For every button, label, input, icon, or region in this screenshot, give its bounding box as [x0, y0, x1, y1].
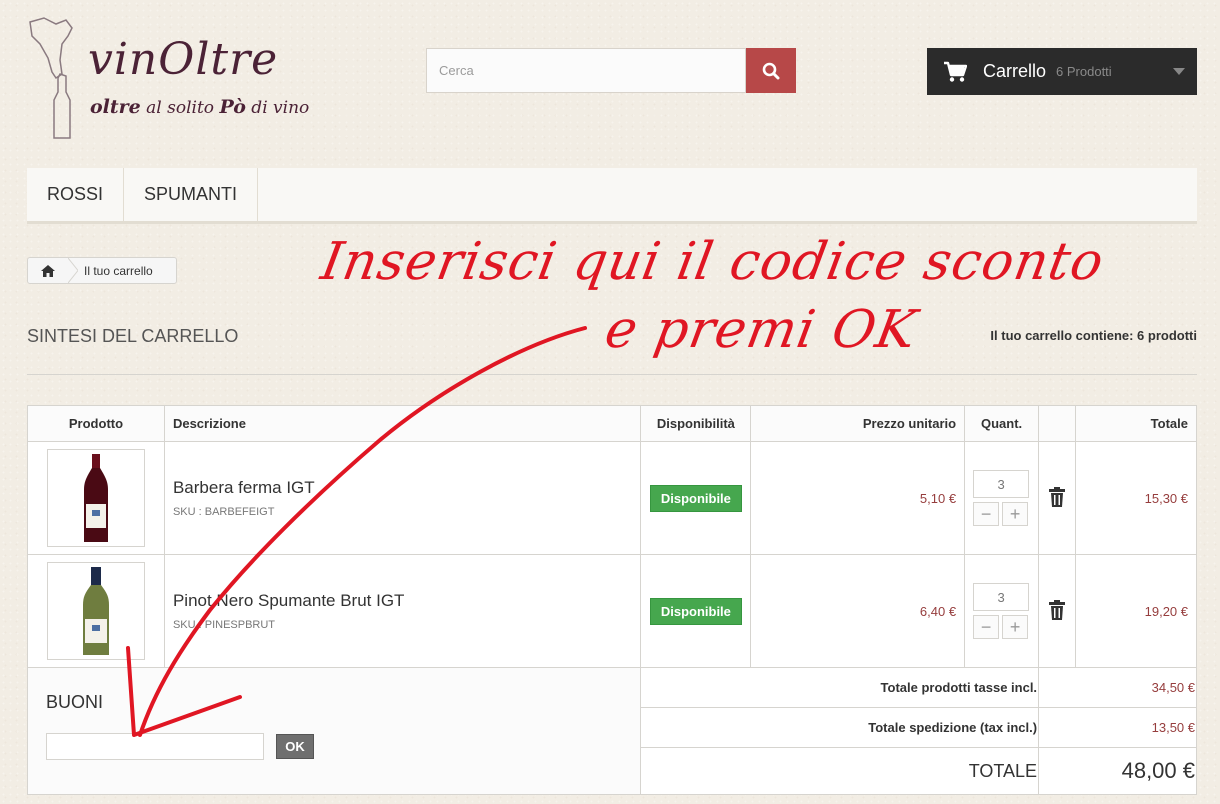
product-image-cell	[27, 441, 165, 555]
breadcrumb-home[interactable]	[28, 258, 68, 283]
menu-item-rossi[interactable]: Rossi	[27, 168, 125, 221]
search-icon	[762, 62, 780, 79]
shopping-cart-icon	[944, 61, 967, 82]
product-sku: SKU : PINESPBRUT	[172, 619, 276, 631]
cart-dropdown[interactable]: Carrello 6 Prodotti	[927, 48, 1197, 95]
breadcrumb: Il tuo carrello	[27, 257, 177, 284]
quantity-input[interactable]	[973, 470, 1030, 498]
delete-cell	[1038, 554, 1077, 668]
availability-badge: Disponibile	[649, 484, 742, 512]
product-image[interactable]	[46, 562, 145, 660]
header-unit-price: Prezzo unitario	[750, 405, 966, 442]
totals-row-products: Buoni OK Totale prodotti tasse incl. 34,…	[26, 667, 1197, 795]
breadcrumb-current: Il tuo carrello	[84, 263, 153, 278]
trash-icon[interactable]	[1049, 486, 1066, 510]
header-availability: Disponibilità	[640, 405, 752, 442]
product-description-cell: Barbera ferma IGT SKU : BARBEFEIGT	[163, 441, 642, 555]
product-description-cell: Pinot Nero Spumante Brut IGT SKU : PINES…	[163, 554, 642, 668]
availability-cell: Disponibile	[640, 554, 752, 668]
grand-total-value: 48,00 €	[1038, 747, 1197, 795]
voucher-ok-button[interactable]: OK	[276, 734, 314, 759]
quantity-cell: − +	[964, 554, 1040, 668]
product-name[interactable]: Barbera ferma IGT	[173, 478, 632, 498]
annotation-text-line1: Inserisci qui il codice sconto	[316, 232, 1109, 292]
availability-badge: Disponibile	[649, 597, 742, 625]
caret-down-icon	[1173, 68, 1185, 75]
unit-price: 6,40 €	[750, 554, 966, 668]
decrease-quantity-button[interactable]: −	[973, 615, 1000, 639]
product-name[interactable]: Pinot Nero Spumante Brut IGT	[173, 591, 632, 611]
decrease-quantity-button[interactable]: −	[973, 502, 1000, 526]
cart-label: Carrello	[983, 61, 1047, 81]
grand-total-label: Totale	[640, 747, 1040, 795]
increase-quantity-button[interactable]: +	[1002, 502, 1029, 526]
logo-title: vinOltre	[88, 34, 279, 85]
header-description: Descrizione	[163, 405, 642, 442]
trash-icon[interactable]	[1049, 599, 1066, 623]
table-row: Barbera ferma IGT SKU : BARBEFEIGT Dispo…	[27, 441, 1197, 555]
search-input[interactable]	[426, 48, 746, 93]
availability-cell: Disponibile	[640, 441, 752, 555]
page-title: Sintesi del carrello	[27, 326, 239, 346]
voucher-title: Buoni	[46, 692, 104, 712]
quantity-cell: − +	[964, 441, 1040, 555]
voucher-code-input[interactable]	[46, 733, 264, 760]
annotation-text-line2: e premi OK	[600, 300, 922, 360]
row-total: 19,20 €	[1075, 554, 1197, 668]
header-qty: Quant.	[964, 405, 1040, 442]
row-total: 15,30 €	[1075, 441, 1197, 555]
sparkling-wine-bottle-image	[82, 567, 109, 655]
products-total-label: Totale prodotti tasse incl.	[640, 667, 1040, 708]
header-total: Totale	[1075, 405, 1197, 442]
red-wine-bottle-image	[83, 454, 108, 542]
cart-count: 6 Prodotti	[1056, 64, 1112, 79]
header-delete	[1038, 405, 1077, 442]
shipping-total-value: 13,50 €	[1038, 707, 1197, 748]
cart-summary-note: Il tuo carrello contiene: 6 prodotti	[990, 328, 1197, 343]
home-icon	[41, 264, 55, 277]
header-product: Prodotto	[27, 405, 165, 442]
divider	[27, 374, 1197, 375]
product-image-cell	[27, 554, 165, 668]
menu-item-spumanti[interactable]: Spumanti	[124, 168, 259, 221]
breadcrumb-separator	[68, 258, 78, 283]
shipping-total-label: Totale spedizione (tax incl.)	[640, 707, 1040, 748]
table-header-row: Prodotto Descrizione Disponibilità Prezz…	[27, 405, 1197, 442]
product-image[interactable]	[46, 449, 145, 547]
cart-table: Prodotto Descrizione Disponibilità Prezz…	[26, 405, 1197, 795]
table-row: Pinot Nero Spumante Brut IGT SKU : PINES…	[27, 554, 1197, 668]
quantity-input[interactable]	[973, 583, 1030, 611]
search-button[interactable]	[746, 48, 796, 93]
voucher-section: Buoni OK	[26, 667, 642, 795]
products-total-value: 34,50 €	[1038, 667, 1197, 708]
delete-cell	[1038, 441, 1077, 555]
italy-bottle-logo-icon	[29, 17, 73, 139]
main-menu: Rossi Spumanti	[27, 168, 1197, 224]
logo-tagline: oltre al solito Pò di vino	[90, 96, 310, 118]
unit-price: 5,10 €	[750, 441, 966, 555]
increase-quantity-button[interactable]: +	[1002, 615, 1029, 639]
product-sku: SKU : BARBEFEIGT	[172, 506, 275, 518]
